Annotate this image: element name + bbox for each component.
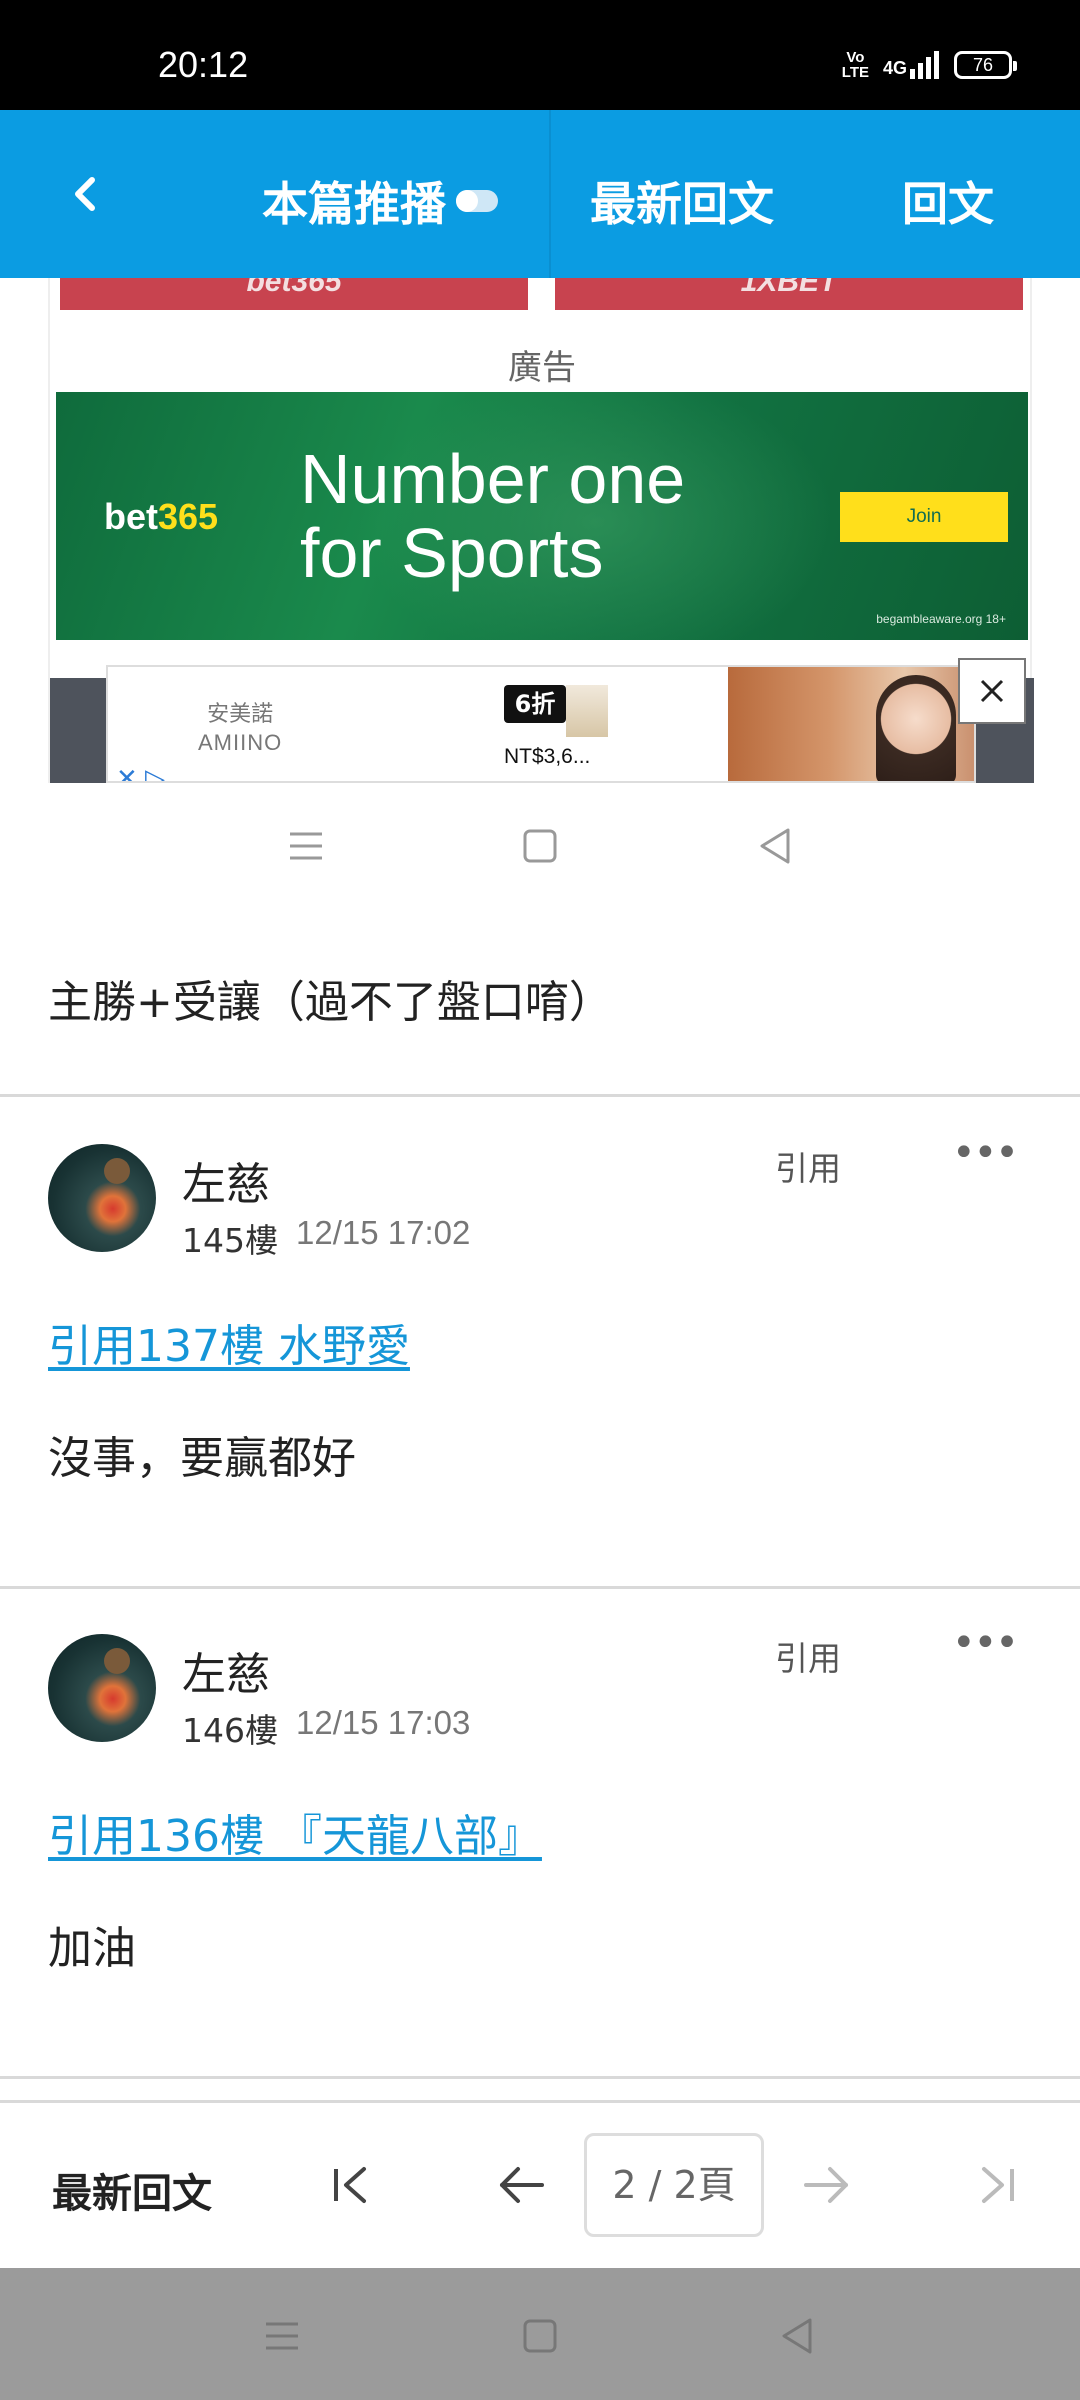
page-indicator[interactable]: 2 / 2頁 bbox=[584, 2133, 764, 2237]
push-notification-toggle[interactable]: 本篇推播 bbox=[262, 168, 498, 234]
discount-badge: 6折 bbox=[504, 685, 566, 723]
join-button[interactable]: Join bbox=[840, 492, 1008, 542]
username[interactable]: 左慈 bbox=[182, 1638, 270, 1702]
app-header: 本篇推播 最新回文 回文 bbox=[0, 110, 1080, 278]
model-photo bbox=[876, 675, 956, 781]
adchoices-icon[interactable]: ✕ ▷ bbox=[116, 763, 165, 781]
push-label: 本篇推播 bbox=[262, 177, 446, 231]
bet365-top-banner[interactable]: bet365 bbox=[60, 278, 528, 310]
post-meta: 145樓 12/15 17:02 bbox=[182, 1214, 470, 1262]
home-square-icon bbox=[523, 829, 557, 863]
menu-icon[interactable] bbox=[258, 2312, 306, 2360]
quote-link[interactable]: 引用136樓 『天龍八部』 bbox=[48, 1800, 542, 1864]
reply-button[interactable]: 回文 bbox=[902, 168, 994, 234]
quote-button[interactable]: 引用 bbox=[775, 1632, 841, 1680]
menu-icon bbox=[290, 832, 322, 860]
bet365-logo: bet365 bbox=[104, 496, 219, 537]
promo-price: NT$3,6... bbox=[504, 745, 591, 768]
back-triangle-icon bbox=[760, 828, 790, 864]
ad-section: bet365 1XBET 廣告 bet365 Number one for Sp… bbox=[48, 278, 1034, 783]
back-icon[interactable] bbox=[774, 2312, 822, 2360]
signal-icon: 4G bbox=[883, 51, 940, 79]
volte-icon: Vo LTE bbox=[841, 49, 869, 81]
username[interactable]: 左慈 bbox=[182, 1148, 270, 1212]
system-nav-bar bbox=[0, 2268, 1080, 2400]
post-body: 主勝+受讓（過不了盤口唷） bbox=[48, 977, 613, 1028]
status-icons: Vo LTE 4G 76 bbox=[841, 49, 1017, 81]
chevron-left-icon bbox=[75, 177, 95, 211]
first-page-icon[interactable] bbox=[322, 2153, 386, 2217]
post-meta: 146樓 12/15 17:03 bbox=[182, 1704, 470, 1752]
bet365-ad-banner[interactable]: bet365 Number one for Sports Join begamb… bbox=[56, 392, 1028, 640]
amiino-logo: 安美諾 AMIINO bbox=[198, 702, 283, 755]
avatar[interactable] bbox=[48, 1634, 156, 1742]
product-photo bbox=[728, 667, 974, 781]
network-type: 4G bbox=[882, 58, 907, 78]
next-page-icon[interactable] bbox=[794, 2153, 858, 2217]
battery-icon: 76 bbox=[954, 51, 1017, 79]
pagination-bar: 最新回文 2 / 2頁 bbox=[0, 2100, 1080, 2268]
header-divider bbox=[549, 110, 551, 278]
last-page-icon[interactable] bbox=[964, 2153, 1028, 2217]
toggle-switch[interactable] bbox=[456, 190, 498, 212]
status-bar: 20:12 Vo LTE 4G 76 bbox=[0, 0, 1080, 110]
post-time: 12/15 17:03 bbox=[296, 1704, 471, 1741]
ad-slogan: Number one for Sports bbox=[300, 440, 686, 592]
floor-number: 145樓 bbox=[182, 1221, 278, 1260]
back-button[interactable] bbox=[56, 162, 120, 226]
post-body: 沒事，要贏都好 bbox=[48, 1433, 356, 1484]
amiino-ad-banner[interactable]: 安美諾 AMIINO ✕ ▷ 6折 NT$3,6... bbox=[106, 665, 976, 783]
floor-number: 146樓 bbox=[182, 1711, 278, 1750]
quote-link[interactable]: 引用137樓 水野愛 bbox=[48, 1310, 410, 1374]
previous-page-icon[interactable] bbox=[490, 2153, 554, 2217]
post-separator bbox=[0, 2076, 1080, 2079]
product-thumbnail bbox=[566, 685, 608, 737]
gamble-aware-text: begambleaware.org 18+ bbox=[876, 612, 1006, 626]
ad-close-button[interactable] bbox=[958, 658, 1026, 724]
1xbet-top-banner[interactable]: 1XBET bbox=[555, 278, 1023, 310]
post-separator bbox=[0, 1094, 1080, 1097]
post-time: 12/15 17:02 bbox=[296, 1214, 471, 1251]
more-options-icon[interactable]: ••• bbox=[952, 1620, 1019, 1666]
latest-replies-button[interactable]: 最新回文 bbox=[590, 168, 774, 234]
post-body: 加油 bbox=[48, 1923, 136, 1974]
more-options-icon[interactable]: ••• bbox=[952, 1130, 1019, 1176]
ad-label: 廣告 bbox=[508, 348, 576, 388]
latest-replies-link[interactable]: 最新回文 bbox=[52, 2161, 212, 2219]
home-icon[interactable] bbox=[516, 2312, 564, 2360]
quote-button[interactable]: 引用 bbox=[775, 1142, 841, 1190]
post-separator bbox=[0, 1586, 1080, 1589]
signal-bars-icon bbox=[910, 51, 939, 79]
status-time: 20:12 bbox=[158, 44, 249, 85]
avatar[interactable] bbox=[48, 1144, 156, 1252]
close-icon bbox=[980, 679, 1004, 703]
